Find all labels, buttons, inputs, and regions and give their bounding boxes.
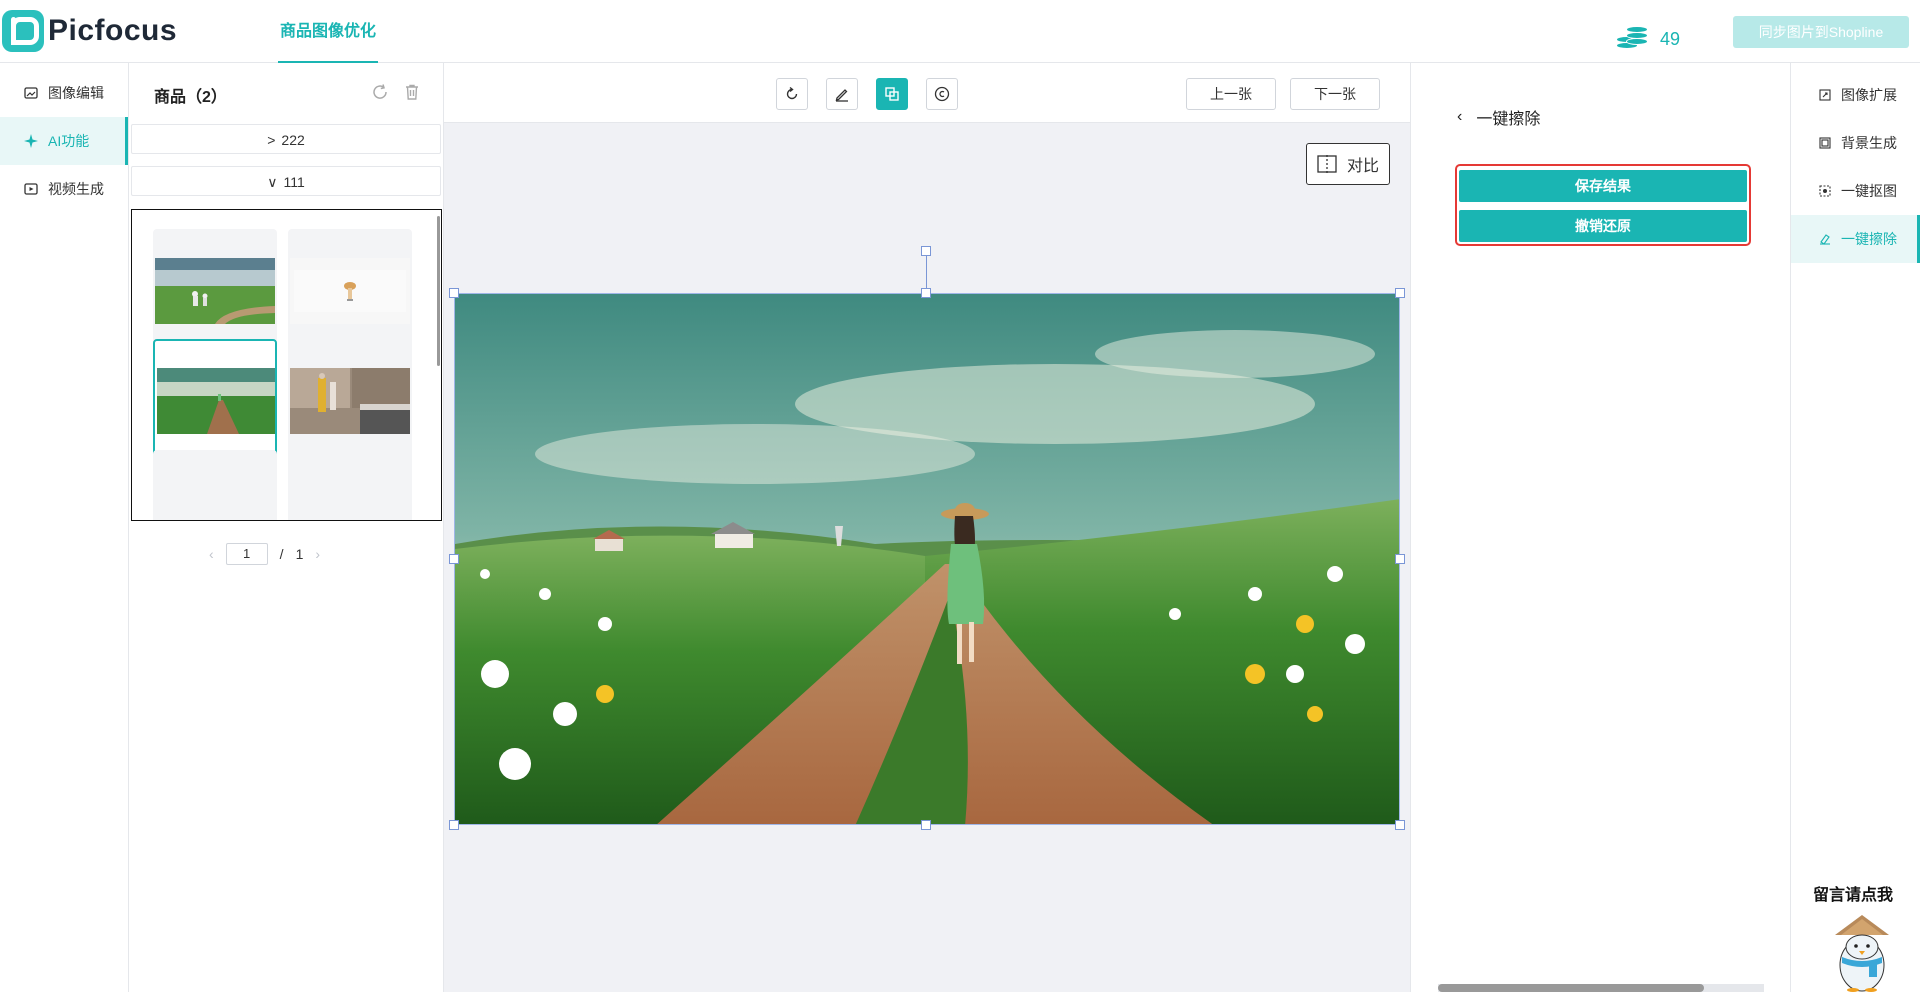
video-icon xyxy=(24,183,38,195)
page-input[interactable]: 1 xyxy=(225,543,268,565)
logo-text: Picfocus xyxy=(48,14,178,47)
select-copy-icon xyxy=(885,87,899,101)
feedback-prompt[interactable]: 留言请点我 xyxy=(1813,881,1893,905)
rotation-handle[interactable] xyxy=(921,246,931,256)
coin-count: 49 xyxy=(1660,28,1681,49)
right-tool-nav: 图像扩展 背景生成 一键抠图 一键擦除 留言请点我 xyxy=(1791,63,1920,992)
tool-settings-panel: ‹ 一键擦除 保存结果 撤销还原 xyxy=(1410,63,1791,992)
resize-handle[interactable] xyxy=(1395,820,1405,830)
sidebar-item-image-edit[interactable]: 图像编辑 xyxy=(0,69,128,117)
prev-image-button[interactable]: 上一张 xyxy=(1186,78,1276,110)
tab-product-image-optimize[interactable]: 商品图像优化 xyxy=(278,0,379,63)
sidebar-item-video-generate[interactable]: 视频生成 xyxy=(0,165,128,213)
background-icon xyxy=(1819,137,1831,149)
sidebar-item-label: AI功能 xyxy=(48,133,90,149)
chevron-right-icon: > xyxy=(267,132,276,148)
undo-rotate-icon xyxy=(786,86,798,100)
product-panel: 商品（2） >222 ∨ 111 ‹ 1 / 1 › xyxy=(129,63,444,992)
resize-handle[interactable] xyxy=(1395,288,1405,298)
save-result-button[interactable]: 保存结果 xyxy=(1459,170,1747,202)
resize-handle[interactable] xyxy=(921,820,931,830)
chevron-down-icon: ∨ xyxy=(267,174,278,190)
eraser-icon xyxy=(1820,234,1830,245)
thumbnail-image xyxy=(155,258,275,324)
thumbnail-image xyxy=(290,258,410,324)
image-edit-icon xyxy=(24,87,38,99)
logo-mark-icon xyxy=(2,10,44,52)
sidebar-item-ai-features[interactable]: AI功能 xyxy=(0,117,128,165)
folder-row-111[interactable]: ∨ 111 xyxy=(131,166,441,196)
thumbnail-item[interactable] xyxy=(288,229,412,353)
coins-icon xyxy=(1616,26,1652,52)
rotate-tool-button[interactable] xyxy=(776,78,808,110)
tool-image-expand[interactable]: 图像扩展 xyxy=(1791,71,1920,119)
thumbnail-scrollbar[interactable] xyxy=(437,216,440,366)
thumbnail-item[interactable] xyxy=(153,229,277,353)
compare-button[interactable]: 对比 xyxy=(1306,143,1390,185)
copyright-icon xyxy=(934,86,950,102)
thumbnail-item[interactable] xyxy=(288,339,412,463)
folder-row-222[interactable]: >222 xyxy=(131,124,441,154)
canvas-toolbar: 上一张 下一张 xyxy=(444,63,1410,123)
logo[interactable]: Picfocus xyxy=(2,10,177,52)
tool-cutout[interactable]: 一键抠图 xyxy=(1791,167,1920,215)
next-page-icon[interactable]: › xyxy=(315,546,320,562)
next-image-button[interactable]: 下一张 xyxy=(1290,78,1380,110)
undo-restore-button[interactable]: 撤销还原 xyxy=(1459,210,1747,242)
select-tool-button[interactable] xyxy=(876,78,908,110)
thumbnail-image xyxy=(157,368,275,434)
cutout-icon xyxy=(1819,185,1831,197)
sync-to-shopline-button[interactable]: 同步图片到Shopline xyxy=(1733,16,1909,48)
tool-label: 图像扩展 xyxy=(1841,87,1897,103)
resize-handle[interactable] xyxy=(449,554,459,564)
tool-eraser[interactable]: 一键擦除 xyxy=(1791,215,1920,263)
panel-actions xyxy=(371,83,421,101)
canvas-area: 上一张 下一张 对比 xyxy=(444,63,1410,992)
action-buttons-highlight: 保存结果 撤销还原 xyxy=(1455,164,1751,246)
brush-tool-button[interactable] xyxy=(826,78,858,110)
thumbnail-grid xyxy=(131,209,442,521)
resize-handle[interactable] xyxy=(1395,554,1405,564)
main-image-scene xyxy=(455,294,1399,824)
thumbnail-item[interactable] xyxy=(288,450,412,520)
back-to-tools[interactable]: ‹ 一键擦除 xyxy=(1457,105,1540,129)
product-panel-title: 商品（2） xyxy=(154,89,227,106)
left-sidebar: 图像编辑 AI功能 视频生成 xyxy=(0,63,129,992)
expand-icon xyxy=(1819,89,1831,101)
page-total: 1 xyxy=(295,546,304,562)
panel-title: 一键擦除 xyxy=(1476,111,1541,128)
folder-name: 222 xyxy=(281,132,305,148)
coin-balance: 49 xyxy=(1616,26,1680,52)
brush-icon xyxy=(835,89,848,102)
thumbnail-image xyxy=(290,368,410,434)
tool-label: 一键抠图 xyxy=(1841,183,1897,199)
pagination: ‹ 1 / 1 › xyxy=(209,543,320,565)
sidebar-item-label: 图像编辑 xyxy=(48,85,104,101)
tool-background-generate[interactable]: 背景生成 xyxy=(1791,119,1920,167)
trash-icon[interactable] xyxy=(403,83,421,101)
horizontal-scrollbar[interactable] xyxy=(1438,984,1764,992)
tool-label: 背景生成 xyxy=(1841,135,1897,151)
scrollbar-thumb[interactable] xyxy=(1438,984,1704,992)
top-header: Picfocus 商品图像优化 49 同步图片到Shopline xyxy=(0,0,1920,63)
chevron-left-icon: ‹ xyxy=(1457,108,1463,125)
copyright-tool-button[interactable] xyxy=(926,78,958,110)
thumbnail-item[interactable] xyxy=(153,450,277,520)
folder-name: 111 xyxy=(283,174,305,190)
compare-label: 对比 xyxy=(1346,158,1379,175)
penguin-mascot-icon[interactable] xyxy=(1827,913,1897,992)
resize-handle[interactable] xyxy=(449,288,459,298)
compare-icon xyxy=(1317,155,1337,173)
sidebar-item-label: 视频生成 xyxy=(48,181,104,197)
resize-handle[interactable] xyxy=(449,820,459,830)
refresh-icon[interactable] xyxy=(371,83,389,101)
ai-sparkle-icon xyxy=(24,134,38,148)
prev-page-icon[interactable]: ‹ xyxy=(209,546,214,562)
resize-handle[interactable] xyxy=(921,288,931,298)
thumbnail-item-selected[interactable] xyxy=(153,339,277,463)
main-image[interactable] xyxy=(454,293,1400,825)
page-separator: / xyxy=(279,546,284,562)
rotation-handle-line xyxy=(926,251,927,293)
tool-label: 一键擦除 xyxy=(1841,231,1897,247)
